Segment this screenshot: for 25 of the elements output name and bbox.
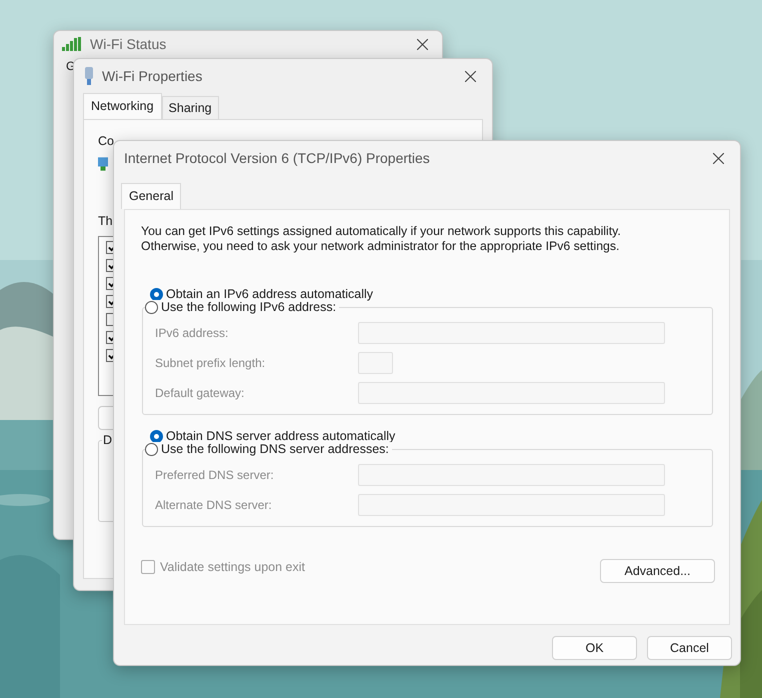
field-label: Preferred DNS server: bbox=[155, 468, 275, 482]
advanced-button[interactable]: Advanced... bbox=[600, 559, 715, 583]
window-title: Internet Protocol Version 6 (TCP/IPv6) Properties bbox=[124, 150, 431, 166]
window-title: Wi-Fi Status bbox=[90, 36, 168, 52]
wifi-signal-icon bbox=[62, 37, 82, 51]
close-icon[interactable] bbox=[713, 152, 724, 164]
field-label: IPv6 address: bbox=[155, 326, 230, 340]
field-label: Subnet prefix length: bbox=[155, 356, 266, 370]
radio-option[interactable]: Use the following DNS server addresses: bbox=[145, 442, 392, 456]
field-label: Co bbox=[98, 134, 114, 148]
radio-option[interactable]: Use the following IPv6 address: bbox=[145, 300, 340, 314]
close-icon[interactable] bbox=[417, 38, 428, 50]
tab[interactable]: Sharing bbox=[162, 96, 219, 119]
tab[interactable]: General bbox=[121, 183, 182, 209]
window-title: Wi-Fi Properties bbox=[102, 68, 204, 84]
cancel-button[interactable]: Cancel bbox=[647, 636, 732, 660]
field-label: Default gateway: bbox=[155, 386, 246, 400]
ok-button[interactable]: OK bbox=[552, 636, 637, 660]
field-label: Alternate DNS server: bbox=[155, 498, 273, 512]
description-text: You can get IPv6 settings assigned automatically if your network supports this capability. Otherwise, you need to ask your network administrator for the appropriate IPv6 settings. bbox=[141, 224, 622, 254]
network-adapter-icon bbox=[98, 157, 108, 171]
tab[interactable]: Networking bbox=[83, 93, 162, 119]
close-icon[interactable] bbox=[465, 70, 476, 82]
network-adapter-icon bbox=[84, 67, 94, 85]
group-label: D bbox=[102, 433, 114, 447]
